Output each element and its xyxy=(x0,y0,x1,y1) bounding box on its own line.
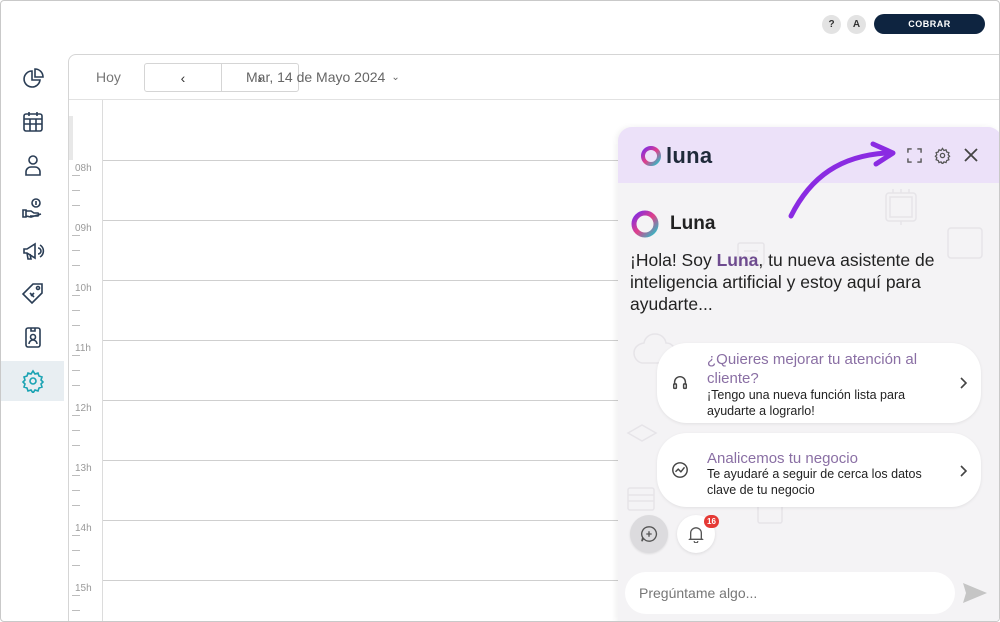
notification-badge: 16 xyxy=(704,515,719,528)
quarter-tick xyxy=(72,370,80,371)
card-title: ¿Quieres mejorar tu atención al cliente? xyxy=(707,351,918,387)
sidebar-item-promotions[interactable] xyxy=(1,274,64,314)
pie-chart-icon xyxy=(22,68,44,88)
sidebar-item-calendar[interactable] xyxy=(1,102,64,142)
chevron-down-icon: ⌄ xyxy=(391,71,400,83)
luna-assistant-panel: luna Luna ¡Hola! Soy Luna, tu nueva asis… xyxy=(618,127,999,621)
luna-ring-icon xyxy=(641,146,661,166)
expand-icon[interactable] xyxy=(905,146,923,164)
luna-greeting: ¡Hola! Soy Luna, tu nueva asistente de i… xyxy=(630,249,990,315)
top-bar: ? A COBRAR xyxy=(1,1,999,47)
settings-icon[interactable] xyxy=(933,146,951,164)
quarter-tick xyxy=(72,295,80,296)
luna-name: Luna xyxy=(670,213,716,234)
add-chat-icon xyxy=(641,526,658,542)
prev-day-button[interactable]: ‹ xyxy=(145,64,221,91)
cobrar-button[interactable]: COBRAR xyxy=(874,14,985,34)
app-window: ? A COBRAR Hoy ‹ › Mar, 14 de Mayo 2024 … xyxy=(0,0,1000,622)
chat-input[interactable] xyxy=(625,572,955,614)
quarter-tick xyxy=(72,445,80,446)
time-column-header xyxy=(69,116,73,160)
quarter-tick xyxy=(72,490,80,491)
quarter-tick xyxy=(72,175,80,176)
user-icon xyxy=(24,155,41,176)
date-picker[interactable]: Mar, 14 de Mayo 2024 ⌄ xyxy=(246,69,400,85)
sidebar-item-dashboard[interactable] xyxy=(1,59,64,99)
quarter-tick xyxy=(72,430,80,431)
new-chat-button[interactable] xyxy=(630,515,668,553)
suggestion-card-customer-service[interactable]: ¿Quieres mejorar tu atención al cliente?… xyxy=(657,343,981,423)
hour-label: 11h xyxy=(75,343,91,354)
luna-logo-text: luna xyxy=(666,143,713,168)
luna-identity: Luna xyxy=(630,209,715,239)
quarter-tick xyxy=(72,535,80,536)
sidebar-item-staff[interactable] xyxy=(1,317,64,357)
user-avatar[interactable]: A xyxy=(847,15,866,34)
greeting-pre: ¡Hola! Soy xyxy=(630,250,717,270)
id-badge-icon xyxy=(24,327,41,348)
quarter-tick xyxy=(72,610,80,611)
quarter-tick xyxy=(72,355,80,356)
quarter-tick xyxy=(72,205,80,206)
luna-logo: luna xyxy=(640,143,712,169)
megaphone-icon xyxy=(22,242,44,260)
send-icon[interactable] xyxy=(962,582,988,604)
card-subtitle: Te ayudaré a seguir de cerca los datos c… xyxy=(707,467,922,497)
calendar-toolbar: Hoy ‹ › Mar, 14 de Mayo 2024 ⌄ xyxy=(69,55,999,99)
hour-label: 15h xyxy=(75,583,92,594)
quarter-tick xyxy=(72,310,80,311)
quarter-tick xyxy=(72,235,80,236)
current-date: Mar, 14 de Mayo 2024 xyxy=(246,69,386,85)
sidebar-item-clients[interactable] xyxy=(1,145,64,185)
today-button[interactable]: Hoy xyxy=(96,69,121,85)
hour-label: 14h xyxy=(75,523,92,534)
quarter-tick xyxy=(72,595,80,596)
gear-icon xyxy=(21,369,44,393)
luna-header: luna xyxy=(618,127,999,183)
quarter-tick xyxy=(72,475,80,476)
calendar-icon xyxy=(22,112,43,132)
bell-icon xyxy=(688,527,704,543)
quarter-tick xyxy=(72,325,80,326)
sidebar-item-payments[interactable] xyxy=(1,188,64,228)
quarter-tick xyxy=(72,250,80,251)
money-hand-icon xyxy=(21,198,41,218)
close-icon[interactable] xyxy=(962,146,980,164)
sidebar xyxy=(1,57,65,621)
quarter-tick xyxy=(72,415,80,416)
headset-icon xyxy=(672,376,688,390)
quarter-tick xyxy=(72,190,80,191)
quarter-tick xyxy=(72,550,80,551)
hour-label: 09h xyxy=(75,223,92,234)
hour-label: 12h xyxy=(75,403,92,414)
sidebar-item-settings[interactable] xyxy=(1,361,64,401)
sidebar-item-marketing[interactable] xyxy=(1,231,64,271)
tag-icon xyxy=(21,283,43,305)
quarter-tick xyxy=(72,565,80,566)
quarter-tick xyxy=(72,505,80,506)
quarter-tick xyxy=(72,265,80,266)
greeting-name: Luna xyxy=(716,250,759,270)
help-button[interactable]: ? xyxy=(822,15,841,34)
luna-avatar-icon xyxy=(631,210,659,238)
card-subtitle: ¡Tengo una nueva función lista para ayud… xyxy=(707,388,906,418)
suggestion-card-analytics[interactable]: Analicemos tu negocio Te ayudaré a segui… xyxy=(657,433,981,507)
hour-label: 10h xyxy=(75,283,92,294)
trend-chart-icon xyxy=(672,462,688,478)
hour-label: 08h xyxy=(75,163,92,174)
quarter-tick xyxy=(72,385,80,386)
chevron-right-icon xyxy=(960,465,968,477)
chevron-right-icon xyxy=(960,377,968,389)
hour-label: 13h xyxy=(75,463,92,474)
